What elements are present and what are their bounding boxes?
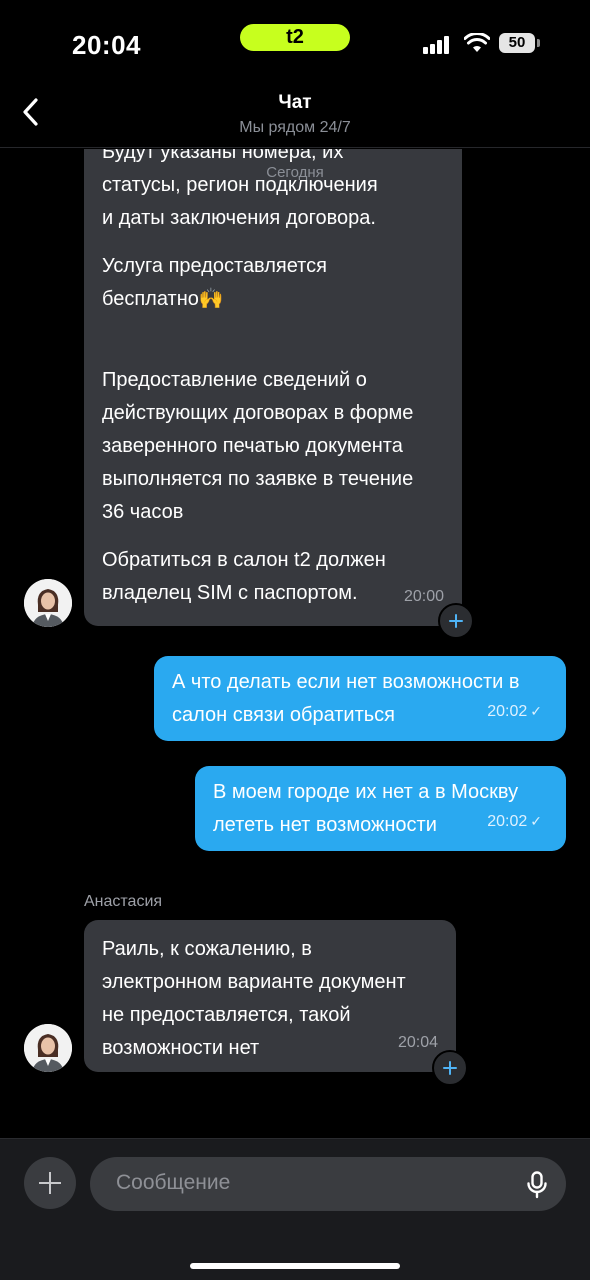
chat-header: Чат Мы рядом 24/7 xyxy=(0,80,590,148)
date-separator: Сегодня xyxy=(266,164,324,181)
message-input[interactable]: Сообщение xyxy=(90,1157,566,1211)
message-list[interactable]: Сегодня Будут указаны номера, их статусы… xyxy=(0,149,590,1137)
message-time: 20:02 xyxy=(487,813,528,830)
status-time: 20:04 xyxy=(72,30,141,60)
message-time-status: 20:02 ✓ xyxy=(487,805,542,838)
message-line: и даты заключения договора. xyxy=(102,207,376,229)
agent-avatar xyxy=(24,579,72,627)
message-line: электронном варианте документ xyxy=(102,971,406,993)
message-line: возможности нет xyxy=(102,1037,260,1059)
battery-tip xyxy=(537,39,540,47)
message-line: Обратиться в салон t2 должен xyxy=(102,549,386,571)
add-reaction-icon[interactable] xyxy=(438,603,474,639)
message-time-status: 20:02 ✓ xyxy=(487,695,542,728)
message-line: не предоставляется, такой xyxy=(102,1004,351,1026)
microphone-icon[interactable] xyxy=(526,1171,548,1199)
agent-avatar xyxy=(24,1024,72,1072)
message-line: 36 часов xyxy=(102,501,184,523)
outgoing-message[interactable]: А что делать если нет возможности в сало… xyxy=(154,656,566,741)
wifi-icon xyxy=(464,33,490,52)
signal-icon xyxy=(423,36,453,54)
add-reaction-icon[interactable] xyxy=(432,1050,468,1086)
outgoing-message[interactable]: В моем городе их нет а в Москву лететь н… xyxy=(195,766,566,851)
incoming-message[interactable]: Будут указаны номера, их статусы, регион… xyxy=(84,149,462,626)
message-placeholder: Сообщение xyxy=(116,1171,231,1194)
chat-title: Чат xyxy=(278,92,312,113)
sender-name: Анастасия xyxy=(84,893,163,910)
message-composer: Сообщение xyxy=(0,1138,590,1280)
delivered-check-icon: ✓ xyxy=(530,703,542,719)
incoming-message[interactable]: Раиль, к сожалению, в электронном вариан… xyxy=(84,920,456,1072)
message-line: заверенного печатью документа xyxy=(102,435,403,457)
chat-subtitle: Мы рядом 24/7 xyxy=(239,119,351,136)
message-line: Услуга предоставляется xyxy=(102,255,327,277)
message-line: выполняется по заявке в течение xyxy=(102,468,414,490)
delivered-check-icon: ✓ xyxy=(530,813,542,829)
status-bar: 20:04 t2 50 xyxy=(0,0,590,80)
home-indicator[interactable] xyxy=(190,1263,400,1269)
message-time: 20:02 xyxy=(487,703,528,720)
message-line: Раиль, к сожалению, в xyxy=(102,938,312,960)
message-line: Предоставление сведений о xyxy=(102,369,367,391)
attach-plus-icon[interactable] xyxy=(24,1157,76,1209)
message-time: 20:00 xyxy=(403,588,444,605)
battery-icon: 50 xyxy=(499,33,535,53)
message-line: действующих договорах в форме xyxy=(102,402,414,424)
message-time: 20:04 xyxy=(397,1034,438,1051)
carrier-badge: t2 xyxy=(240,24,350,51)
message-line: бесплатно🙌 xyxy=(102,288,224,310)
message-line: владелец SIM с паспортом. xyxy=(102,582,358,604)
